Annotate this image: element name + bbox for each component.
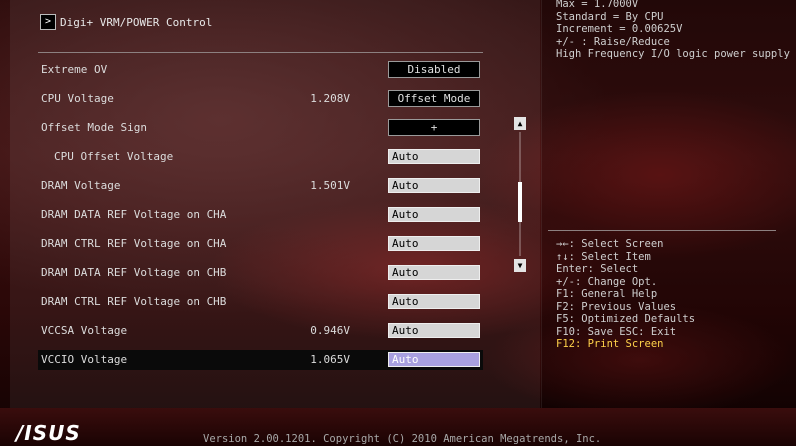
setting-row[interactable]: DRAM DATA REF Voltage on CHA Auto [38,205,483,225]
key-help-line: F1: General Help [556,288,658,300]
setting-current-value: 1.208V [310,92,350,105]
setting-input[interactable]: Auto [388,294,480,309]
setting-input[interactable]: Auto [388,178,480,193]
help-line: Increment = 0.00625V [556,23,683,35]
key-legend: →←: Select Screen ↑↓: Select Item Enter:… [556,238,695,351]
scrollbar[interactable]: ▲ ▼ [514,117,526,275]
scroll-thumb[interactable] [518,182,522,222]
setting-row[interactable]: DRAM CTRL REF Voltage on CHA Auto [38,234,483,254]
item-help: Max = 1.7000V Standard = By CPU Incremen… [556,0,790,61]
setting-row[interactable]: DRAM Voltage 1.501V Auto [38,176,483,196]
setting-input[interactable]: Auto [388,323,480,338]
footer-bar: /ISUS Version 2.00.1201. Copyright (C) 2… [0,408,796,446]
setting-label: CPU Voltage [41,92,114,105]
setting-input[interactable]: Auto [388,352,480,367]
setting-label: Extreme OV [41,63,108,76]
chevron-right-icon: > [40,14,56,30]
scroll-up-icon[interactable]: ▲ [514,117,526,130]
setting-current-value: 1.065V [310,353,350,366]
key-help-line: F12: Print Screen [556,338,664,350]
breadcrumb[interactable]: > Digi+ VRM/POWER Control [40,14,212,30]
key-help-line: Enter: Select [556,263,639,275]
setting-label: DRAM CTRL REF Voltage on CHA [41,237,227,250]
key-help-line: F2: Previous Values [556,300,677,313]
setting-option-button[interactable]: + [388,119,480,136]
setting-label: DRAM DATA REF Voltage on CHA [41,208,227,221]
setting-input[interactable]: Auto [388,236,480,251]
help-line: +/- : Raise/Reduce [556,35,670,48]
asus-logo: /ISUS [16,421,81,445]
divider [38,52,483,53]
setting-option-button[interactable]: Offset Mode [388,90,480,107]
key-help-line: F10: Save ESC: Exit [556,325,677,338]
setting-input[interactable]: Auto [388,149,480,164]
setting-current-value: 1.501V [310,179,350,192]
help-line: Standard = By CPU [556,10,664,23]
setting-label: DRAM CTRL REF Voltage on CHB [41,295,227,308]
key-help-line: ↑↓: Select Item [556,250,651,263]
setting-row[interactable]: DRAM CTRL REF Voltage on CHB Auto [38,292,483,312]
help-line: Max = 1.7000V [556,0,639,10]
help-line: High Frequency I/O logic power supply [556,48,790,60]
setting-label: VCCIO Voltage [41,353,128,366]
setting-option-button[interactable]: Disabled [388,61,480,78]
setting-row[interactable]: CPU Voltage 1.208V Offset Mode [38,89,483,109]
setting-input[interactable]: Auto [388,207,480,222]
setting-row[interactable]: VCCSA Voltage 0.946V Auto [38,321,483,341]
setting-label: DRAM DATA REF Voltage on CHB [41,266,227,279]
setting-row[interactable]: VCCIO Voltage 1.065V Auto [38,350,483,370]
version-text: Version 2.00.1201. Copyright (C) 2010 Am… [203,433,602,445]
setting-label: CPU Offset Voltage [54,150,174,163]
key-help-line: F5: Optimized Defaults [556,313,696,325]
divider [548,230,776,231]
setting-row[interactable]: Offset Mode Sign + [38,118,483,138]
setting-label: VCCSA Voltage [41,324,128,337]
setting-row[interactable]: CPU Offset Voltage Auto [38,147,483,167]
setting-label: Offset Mode Sign [41,121,147,134]
bios-screen: > Digi+ VRM/POWER Control Extreme OV Disa… [0,0,796,446]
setting-label: DRAM Voltage [41,179,121,192]
setting-current-value: 0.946V [310,324,350,337]
key-help-line: +/-: Change Opt. [556,275,658,288]
setting-row[interactable]: DRAM DATA REF Voltage on CHB Auto [38,263,483,283]
breadcrumb-label: Digi+ VRM/POWER Control [60,15,213,29]
setting-input[interactable]: Auto [388,265,480,280]
key-help-line: →←: Select Screen [556,238,664,250]
scroll-down-icon[interactable]: ▼ [514,259,526,272]
setting-row[interactable]: Extreme OV Disabled [38,60,483,80]
